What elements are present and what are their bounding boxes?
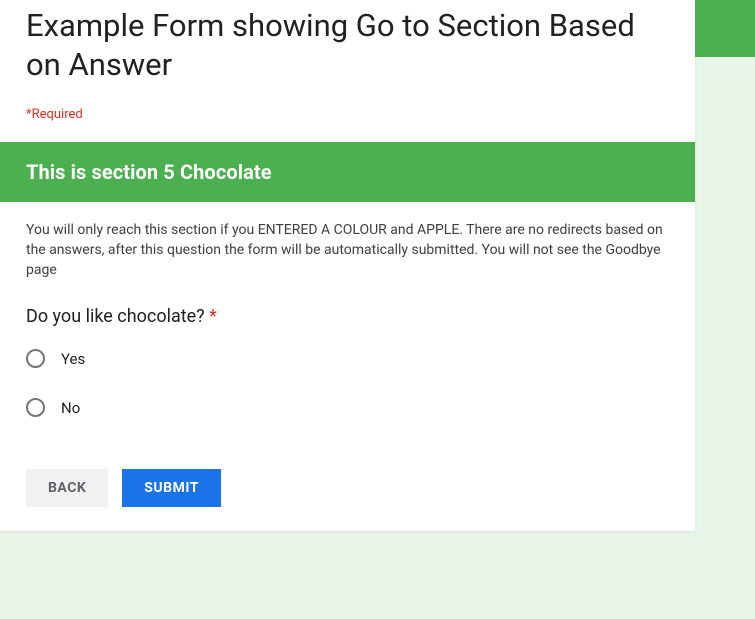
option-label: No xyxy=(61,399,80,417)
section-description: You will only reach this section if you … xyxy=(26,220,669,281)
form-actions: BACK SUBMIT xyxy=(0,447,695,507)
form-card: Example Form showing Go to Section Based… xyxy=(0,0,695,531)
top-green-strip xyxy=(695,0,755,57)
submit-button[interactable]: SUBMIT xyxy=(122,469,221,507)
back-button[interactable]: BACK xyxy=(26,469,108,507)
options-group: Yes No xyxy=(26,349,669,417)
required-asterisk: * xyxy=(209,306,217,327)
radio-icon xyxy=(26,398,45,417)
required-note: *Required xyxy=(26,107,669,122)
question-block: Do you like chocolate? * Yes No xyxy=(26,306,669,417)
form-header: Example Form showing Go to Section Based… xyxy=(0,0,695,142)
form-title: Example Form showing Go to Section Based… xyxy=(26,7,669,85)
radio-icon xyxy=(26,349,45,368)
radio-option-yes[interactable]: Yes xyxy=(26,349,669,368)
question-text: Do you like chocolate? xyxy=(26,306,209,327)
radio-option-no[interactable]: No xyxy=(26,398,669,417)
section-header-bar: This is section 5 Chocolate xyxy=(0,142,695,202)
section-body: You will only reach this section if you … xyxy=(0,202,695,418)
section-title: This is section 5 Chocolate xyxy=(26,160,669,184)
question-label: Do you like chocolate? * xyxy=(26,306,669,327)
option-label: Yes xyxy=(61,350,85,368)
